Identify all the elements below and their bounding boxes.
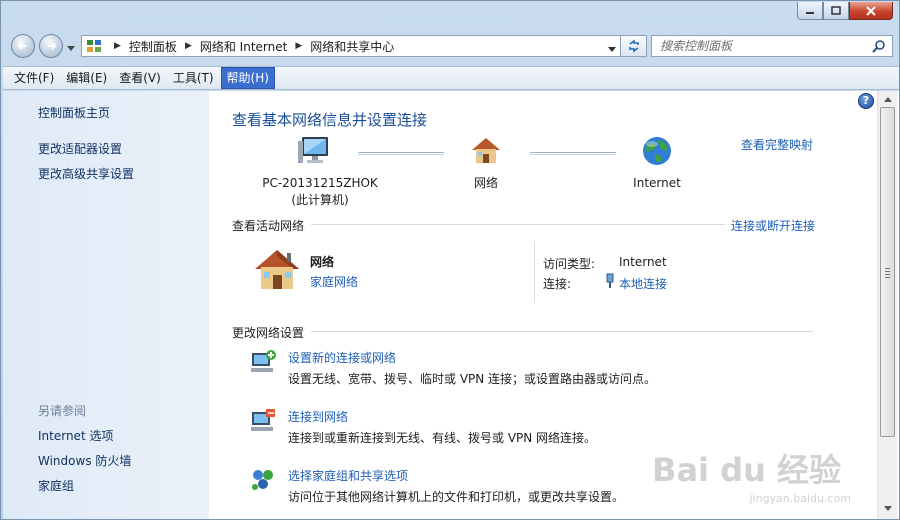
section-divider [311, 224, 725, 225]
connection-line [530, 152, 616, 155]
menu-file[interactable]: 文件(F) [9, 67, 59, 89]
menu-bar: 文件(F) 编辑(E) 查看(V) 工具(T) 帮助(H) [3, 66, 899, 90]
refresh-icon [628, 39, 639, 53]
maximize-icon [831, 6, 841, 15]
scroll-up-button[interactable] [883, 94, 893, 104]
homegroup-sharing-link[interactable]: 选择家庭组和共享选项 [288, 467, 408, 484]
maximize-button[interactable] [823, 2, 849, 20]
homegroup-icon [252, 470, 273, 490]
menu-tools[interactable]: 工具(T) [168, 67, 219, 89]
home-network-house-icon[interactable] [253, 247, 301, 293]
internet-globe-icon[interactable] [641, 135, 673, 167]
close-button[interactable] [849, 2, 893, 20]
active-networks-heading: 查看活动网络 [232, 219, 305, 233]
address-dropdown[interactable] [608, 42, 616, 56]
section-divider [311, 331, 813, 332]
page-title: 查看基本网络信息并设置连接 [232, 111, 428, 129]
network-house-icon[interactable] [469, 135, 503, 167]
refresh-button[interactable] [621, 35, 647, 57]
change-settings-heading: 更改网络设置 [232, 326, 305, 340]
connection-line [358, 152, 444, 155]
help-icon[interactable]: ? [858, 93, 874, 109]
sidebar-link-control-panel-home[interactable]: 控制面板主页 [38, 104, 110, 121]
sidebar-link-homegroup[interactable]: 家庭组 [38, 477, 74, 494]
network-type-link[interactable]: 家庭网络 [310, 273, 358, 290]
caption-buttons [797, 2, 893, 20]
scroll-down-button[interactable] [883, 503, 893, 513]
forward-button[interactable] [39, 34, 63, 58]
search-input[interactable] [652, 36, 862, 56]
minimize-button[interactable] [797, 2, 823, 20]
forward-arrow-icon [48, 42, 57, 50]
computer-icon[interactable] [297, 135, 331, 167]
vertical-divider [534, 241, 535, 303]
scroll-grip [885, 268, 890, 280]
chevron-down-icon [608, 47, 616, 52]
recent-pages-dropdown[interactable] [67, 41, 75, 55]
minimize-icon [806, 11, 814, 14]
menu-help[interactable]: 帮助(H) [220, 67, 275, 89]
watermark-url: jingyan.baidu.com [749, 492, 851, 505]
access-type-label: 访问类型: [543, 257, 596, 271]
back-button[interactable] [11, 34, 35, 58]
sidebar-link-internet-options[interactable]: Internet 选项 [38, 427, 113, 444]
search-box[interactable] [651, 35, 893, 57]
setup-connection-desc: 设置无线、宽带、拨号、临时或 VPN 连接；或设置路由器或访问点。 [288, 372, 657, 386]
window: ▶ 控制面板▶ 网络和 Internet▶ 网络和共享中心 文件(F) 编辑(E… [0, 0, 900, 520]
vertical-scrollbar[interactable] [877, 91, 897, 519]
control-panel-icon [87, 40, 101, 52]
address-row: ▶ 控制面板 ▶ 网络和 Internet ▶ 网络和共享中心 [9, 33, 893, 59]
chevron-down-icon [67, 46, 75, 51]
see-also-heading: 另请参阅 [38, 404, 87, 418]
view-full-map-link[interactable]: 查看完整映射 [741, 136, 813, 153]
close-icon [866, 5, 876, 16]
breadcrumb-sep-root[interactable]: ▶ [106, 41, 129, 51]
breadcrumb-item[interactable]: 网络和共享中心 [310, 38, 394, 55]
connect-disconnect-link[interactable]: 连接或断开连接 [731, 217, 815, 234]
connections-label: 连接: [543, 277, 572, 291]
setup-connection-link[interactable]: 设置新的连接或网络 [288, 349, 396, 366]
back-arrow-icon [17, 42, 26, 50]
connect-to-network-link[interactable]: 连接到网络 [288, 408, 348, 425]
task-connect-to-network: 连接到网络 连接到或重新连接到无线、有线、拨号或 VPN 网络连接。 [249, 408, 849, 448]
breadcrumb-item[interactable]: 控制面板 ▶ [129, 38, 200, 55]
breadcrumb-item[interactable]: 网络和 Internet ▶ [200, 38, 310, 55]
task-setup-connection: 设置新的连接或网络 设置无线、宽带、拨号、临时或 VPN 连接；或设置路由器或访… [249, 349, 849, 389]
search-icon[interactable] [872, 39, 886, 56]
computer-label: PC-20131215ZHOK (此计算机) [262, 176, 378, 207]
sidebar-link-advanced-sharing[interactable]: 更改高级共享设置 [38, 165, 134, 182]
homegroup-sharing-desc: 访问位于其他网络计算机上的文件和打印机，或更改共享设置。 [288, 490, 625, 504]
menu-view[interactable]: 查看(V) [114, 67, 166, 89]
ethernet-icon [606, 273, 614, 288]
new-connection-icon [251, 350, 276, 372]
chevron-up-icon [884, 96, 892, 102]
watermark-logo: Bai du 经验 [652, 451, 841, 489]
access-type-value: Internet [619, 255, 667, 269]
chevron-down-icon [884, 505, 892, 511]
address-bar[interactable]: ▶ 控制面板 ▶ 网络和 Internet ▶ 网络和共享中心 [81, 35, 621, 57]
internet-label: Internet [633, 176, 681, 190]
sidebar-link-windows-firewall[interactable]: Windows 防火墙 [38, 452, 131, 469]
sidebar: 控制面板主页 更改适配器设置 更改高级共享设置 另请参阅 Internet 选项… [3, 91, 209, 519]
sidebar-link-adapter-settings[interactable]: 更改适配器设置 [38, 140, 122, 157]
menu-edit[interactable]: 编辑(E) [61, 67, 112, 89]
scroll-thumb[interactable] [880, 107, 895, 437]
connect-network-icon [251, 409, 275, 431]
network-name: 网络 [310, 255, 335, 269]
network-label: 网络 [473, 176, 498, 190]
local-connection-link[interactable]: 本地连接 [619, 275, 667, 292]
connect-to-network-desc: 连接到或重新连接到无线、有线、拨号或 VPN 网络连接。 [288, 431, 597, 445]
